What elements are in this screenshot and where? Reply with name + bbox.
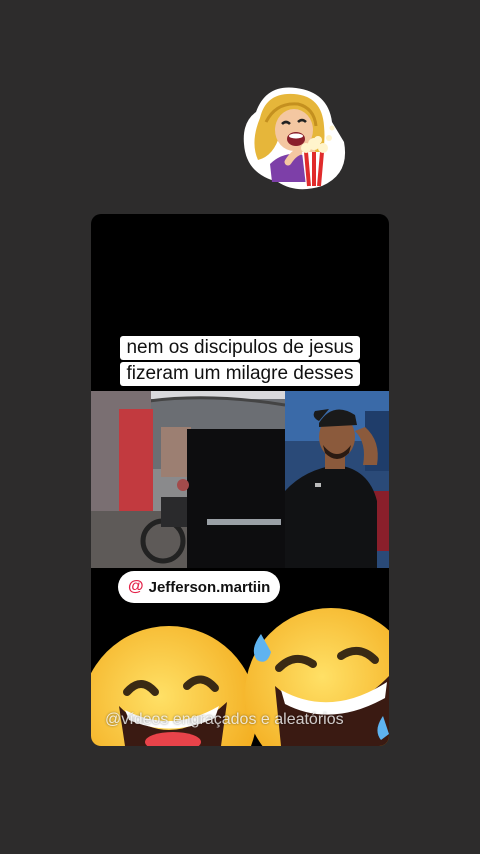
caption-line-2: fizeram um milagre desses — [120, 362, 360, 386]
watermark: @vídeos engraçados e aleatórios — [105, 711, 344, 728]
reaction-video-clip[interactable] — [285, 391, 389, 568]
mention-handle: Jefferson.martiin — [148, 578, 271, 596]
popcorn-sticker-icon[interactable] — [236, 82, 348, 194]
video-clip-left[interactable] — [91, 391, 285, 568]
mention-tag[interactable]: @ Jefferson.martiin — [118, 571, 281, 603]
video-post[interactable]: nem os discipulos de jesus fizeram um mi… — [91, 214, 389, 746]
caption: nem os discipulos de jesus fizeram um mi… — [91, 336, 389, 386]
caption-line-1: nem os discipulos de jesus — [120, 336, 360, 360]
at-icon: @ — [128, 578, 144, 595]
